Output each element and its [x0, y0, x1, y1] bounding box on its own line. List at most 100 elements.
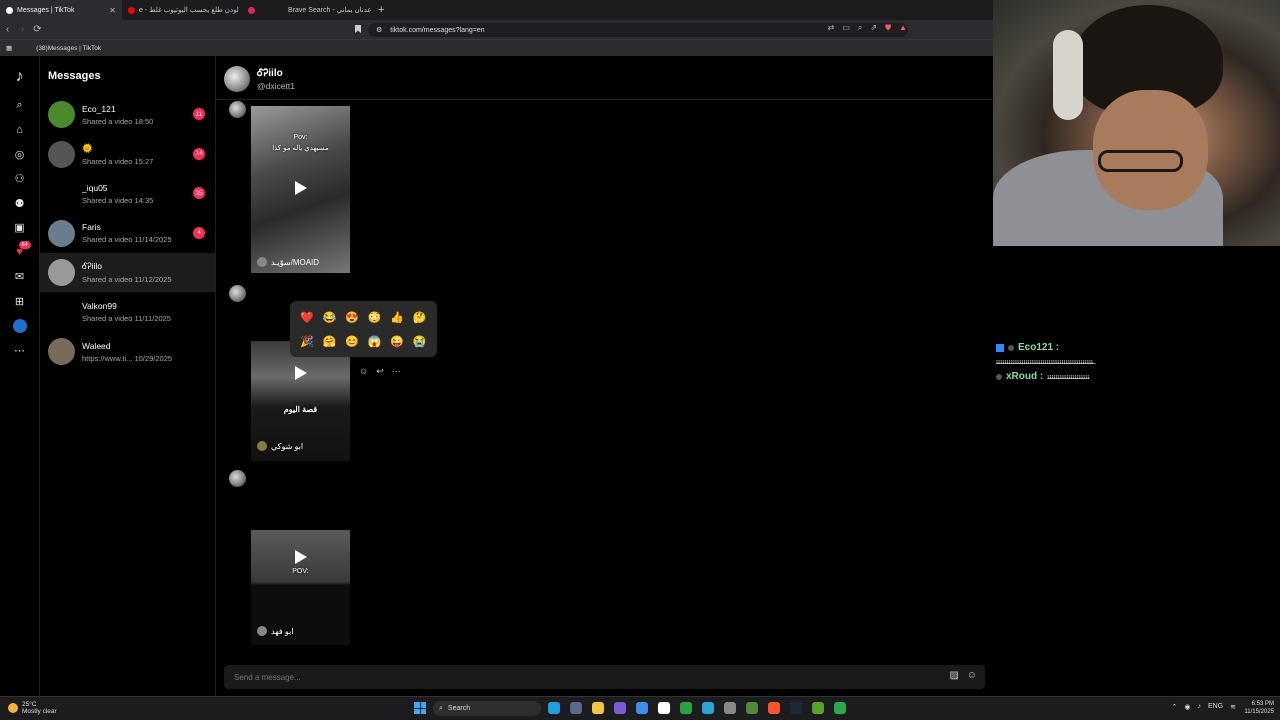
- telegram-icon[interactable]: [702, 702, 714, 714]
- play-icon[interactable]: [295, 366, 307, 380]
- conversation-item[interactable]: 🌞 Shared a video 15:27 14: [40, 135, 215, 174]
- avatar[interactable]: [229, 285, 246, 302]
- shared-video[interactable]: Pov: مسيهدي ياله مو كذا سوّيـد/MOAID: [251, 106, 350, 273]
- conversation-item[interactable]: Waleed https://www.ti... 10/29/2025: [40, 332, 215, 371]
- reaction-emoji[interactable]: 🤔: [413, 311, 427, 324]
- reaction-emoji[interactable]: 😊: [345, 335, 359, 348]
- taskbar-search[interactable]: ⌕ Search: [433, 701, 541, 716]
- shared-video[interactable]: POV: ابو فهد: [251, 530, 350, 645]
- image-icon[interactable]: ▨: [950, 670, 959, 681]
- reaction-emoji[interactable]: 😜: [390, 335, 404, 348]
- reaction-emoji[interactable]: 😭: [413, 335, 427, 348]
- explore-icon[interactable]: ◎: [13, 147, 27, 161]
- conversation-item[interactable]: _iqu05 Shared a video 14:35 35: [40, 174, 215, 213]
- tab-brave-search[interactable]: Brave Search - عدنان يماني: [282, 0, 372, 20]
- discord-icon[interactable]: [614, 702, 626, 714]
- conversation-name: 🌞: [82, 142, 93, 153]
- zoom-icon[interactable]: ⌕: [858, 23, 862, 33]
- emoji-icon[interactable]: ☺: [967, 670, 977, 681]
- mail-icon[interactable]: [570, 702, 582, 714]
- weather-widget[interactable]: 25°C Mostly clear: [8, 701, 57, 715]
- conversation-item[interactable]: Faris Shared a video 11/14/2025 4: [40, 214, 215, 253]
- following-icon[interactable]: ⚇: [13, 172, 27, 186]
- bookmark-item[interactable]: (38)Messages | TikTok: [36, 45, 101, 52]
- brave-shield-icon[interactable]: ⛊: [885, 23, 891, 33]
- avatar[interactable]: [224, 66, 250, 92]
- cast-icon[interactable]: ▭: [842, 23, 850, 33]
- chat-name[interactable]: ᎴᎮiilo: [257, 68, 283, 79]
- shared-video[interactable]: قصة اليوم ابو شوكي: [251, 341, 350, 461]
- avatar: [257, 441, 267, 451]
- more-icon[interactable]: ⋯: [13, 343, 27, 357]
- reaction-emoji[interactable]: 😍: [345, 311, 359, 324]
- live-icon[interactable]: ▣: [13, 221, 27, 235]
- activity-icon[interactable]: ♥ 64: [13, 241, 31, 259]
- upload-icon[interactable]: ⊞: [13, 294, 27, 308]
- clock[interactable]: 6:53 PM 11/15/2025: [1244, 700, 1274, 716]
- video-caption: مسيهدي ياله مو كذا: [272, 145, 329, 152]
- friends-icon[interactable]: ⚉: [13, 196, 27, 210]
- xbox-icon[interactable]: [680, 702, 692, 714]
- avatar[interactable]: [229, 470, 246, 487]
- conversation-item[interactable]: Valkon99 Shared a video 11/11/2025: [40, 293, 215, 332]
- add-reaction-icon[interactable]: ☺: [359, 366, 368, 377]
- tab-messages[interactable]: Messages | TikTok ✕: [0, 0, 122, 20]
- video-author: ابو شوكي: [257, 441, 303, 451]
- chrome-icon[interactable]: [746, 702, 758, 714]
- minecraft-icon[interactable]: [812, 702, 824, 714]
- reaction-emoji[interactable]: ❤️: [300, 311, 314, 324]
- reaction-emoji[interactable]: 🎉: [300, 335, 314, 348]
- system-tray: ⌃ ◉ ♪ ENG ≋: [1171, 703, 1236, 711]
- app-icon[interactable]: [834, 702, 846, 714]
- more-options-icon[interactable]: ⋯: [392, 366, 401, 377]
- brave-icon[interactable]: [768, 702, 780, 714]
- notepad-icon[interactable]: [636, 702, 648, 714]
- avatar: [48, 259, 75, 286]
- conversation-item[interactable]: Eco_121 Shared a video 18:50 11: [40, 95, 215, 134]
- search-icon[interactable]: ⌕: [13, 98, 27, 112]
- reaction-emoji[interactable]: 😱: [368, 335, 382, 348]
- steam-icon[interactable]: [790, 702, 802, 714]
- tab-pinned[interactable]: [242, 0, 282, 20]
- forward-icon[interactable]: ›: [15, 24, 30, 35]
- chat-handle[interactable]: @dxicett1: [257, 81, 295, 91]
- tab-youtube[interactable]: e - لودن طلع يحسب اليوتيوب غلط: [122, 0, 242, 20]
- chevron-up-icon[interactable]: ⌃: [1171, 703, 1177, 711]
- close-tab-icon[interactable]: ✕: [109, 6, 116, 15]
- new-tab-icon[interactable]: +: [372, 4, 390, 16]
- start-icon[interactable]: [414, 702, 426, 714]
- edge-icon[interactable]: [548, 702, 560, 714]
- play-icon[interactable]: [295, 181, 307, 195]
- reaction-emoji[interactable]: 👍: [390, 311, 404, 324]
- apps-grid-icon[interactable]: ▦: [6, 44, 12, 52]
- share-icon[interactable]: ⇗: [870, 23, 877, 33]
- wifi-icon[interactable]: ≋: [1230, 703, 1236, 711]
- lang-indicator[interactable]: ENG: [1208, 703, 1223, 711]
- avatar[interactable]: [229, 101, 246, 118]
- network-icon[interactable]: ◉: [1184, 703, 1190, 711]
- tiktok-logo-icon[interactable]: ♪: [13, 68, 27, 85]
- reaction-emoji[interactable]: 😂: [323, 311, 337, 324]
- reaction-emoji[interactable]: 😳: [368, 311, 382, 324]
- play-icon[interactable]: [295, 550, 307, 564]
- reply-icon[interactable]: ↩: [376, 366, 384, 377]
- tab-title: e - لودن طلع يحسب اليوتيوب غلط: [139, 7, 239, 14]
- site-info-icon[interactable]: ⚙: [376, 26, 382, 34]
- conversation-item[interactable]: ᎴᎮiilo Shared a video 11/12/2025: [40, 253, 215, 292]
- reload-icon[interactable]: ⟳: [30, 24, 45, 35]
- stream-chat-message: Eco121 :: [996, 342, 1256, 353]
- tiktok-app-icon[interactable]: [658, 702, 670, 714]
- reaction-emoji[interactable]: 🤗: [323, 335, 337, 348]
- profile-icon[interactable]: [12, 318, 27, 333]
- message-input[interactable]: [234, 670, 834, 684]
- rewards-icon[interactable]: ▲: [899, 23, 907, 33]
- obs-icon[interactable]: [724, 702, 736, 714]
- bookmark-icon[interactable]: [355, 25, 361, 33]
- translate-icon[interactable]: ⇄: [828, 23, 835, 33]
- file-explorer-icon[interactable]: [592, 702, 604, 714]
- messages-icon[interactable]: ✉: [13, 270, 27, 284]
- back-icon[interactable]: ‹: [0, 24, 15, 35]
- volume-icon[interactable]: ♪: [1197, 703, 1201, 711]
- conversation-name: Waleed: [82, 340, 111, 351]
- home-icon[interactable]: ⌂: [13, 123, 27, 137]
